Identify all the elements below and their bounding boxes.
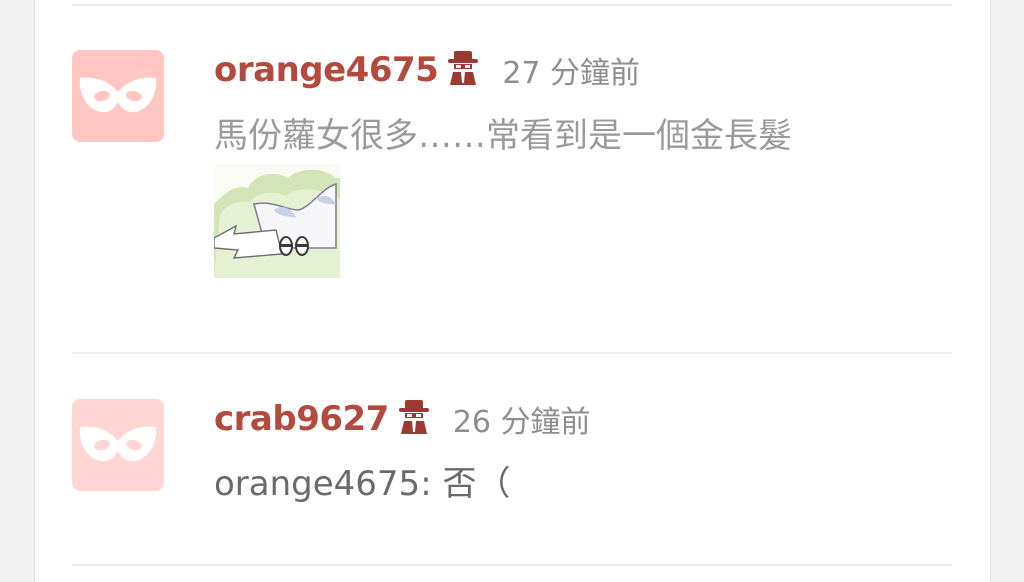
author-name[interactable]: orange4675 xyxy=(214,50,439,90)
author-name[interactable]: crab9627 xyxy=(214,399,389,439)
comment-divider xyxy=(72,352,952,354)
timestamp: 26 分鐘前 xyxy=(452,405,591,440)
comment-text: orange4675: 否（ xyxy=(214,464,511,504)
mask-icon xyxy=(79,426,157,462)
timestamp: 27 分鐘前 xyxy=(502,56,641,91)
spy-hat-icon xyxy=(448,51,479,89)
cat-sticker-image[interactable] xyxy=(214,164,340,278)
comment-header: crab9627 26 分鐘前 xyxy=(214,397,591,441)
spy-hat-icon xyxy=(398,400,429,438)
comment-divider xyxy=(72,564,952,566)
mask-icon xyxy=(79,77,157,113)
divider-top xyxy=(72,4,952,6)
avatar[interactable] xyxy=(72,399,164,491)
avatar[interactable] xyxy=(72,50,164,142)
comment-header: orange4675 27 分鐘前 xyxy=(214,48,640,92)
comment-text: 馬份蘿女很多……常看到是一個金長髮 xyxy=(214,116,792,156)
